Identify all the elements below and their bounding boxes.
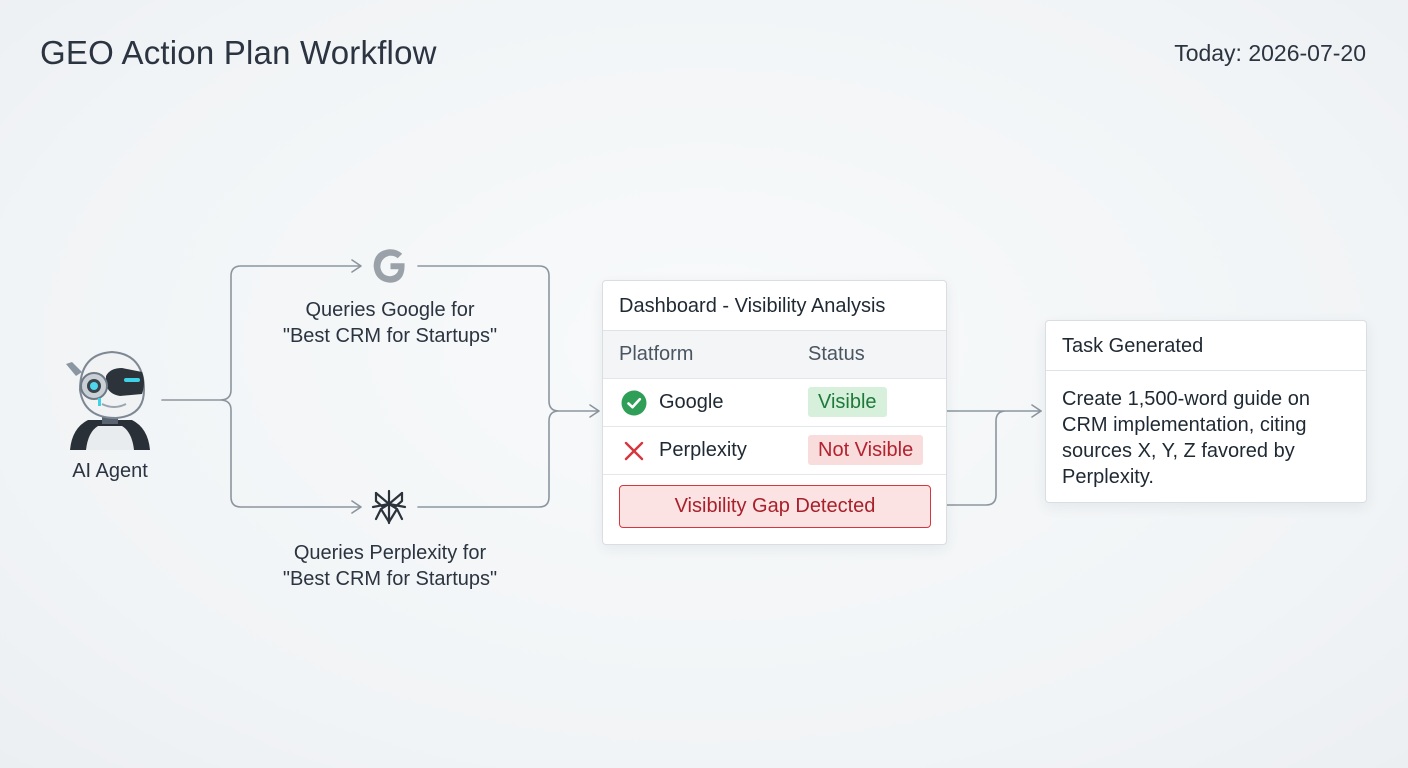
table-header-row: Platform Status (603, 331, 946, 379)
column-header-platform: Platform (619, 343, 694, 365)
perplexity-query-label: Queries Perplexity for "Best CRM for Sta… (240, 540, 540, 592)
status-badge: Not Visible (808, 435, 924, 465)
perplexity-query-line-1: Queries Perplexity for (293, 542, 487, 564)
task-title: Task Generated (1046, 321, 1366, 371)
visibility-dashboard-card: Dashboard - Visibility Analysis Platform… (602, 280, 947, 545)
column-header-status: Status (808, 343, 865, 365)
platform-name: Google (659, 391, 724, 413)
google-logo-icon (373, 249, 405, 283)
robot-icon (66, 350, 150, 450)
ai-agent-node: AI Agent (52, 346, 168, 483)
ai-agent-label: AI Agent (72, 460, 148, 482)
table-row: Google Visible (603, 379, 946, 427)
task-description: Create 1,500-word guide on CRM implement… (1062, 388, 1310, 488)
platform-name: Perplexity (659, 439, 747, 461)
perplexity-query-line-2: "Best CRM for Startups" (282, 568, 498, 590)
x-mark-icon (624, 441, 644, 461)
google-query-line-1: Queries Google for (305, 299, 475, 321)
dashboard-title: Dashboard - Visibility Analysis (603, 281, 946, 331)
check-circle-icon (621, 390, 647, 416)
google-query-line-2: "Best CRM for Startups" (282, 325, 498, 347)
perplexity-logo-icon (371, 489, 407, 525)
table-row: Perplexity Not Visible (603, 427, 946, 475)
task-generated-card: Task Generated Create 1,500-word guide o… (1045, 320, 1367, 503)
visibility-gap-alert: Visibility Gap Detected (619, 485, 931, 528)
google-query-label: Queries Google for "Best CRM for Startup… (240, 297, 540, 349)
status-badge: Visible (808, 387, 887, 417)
